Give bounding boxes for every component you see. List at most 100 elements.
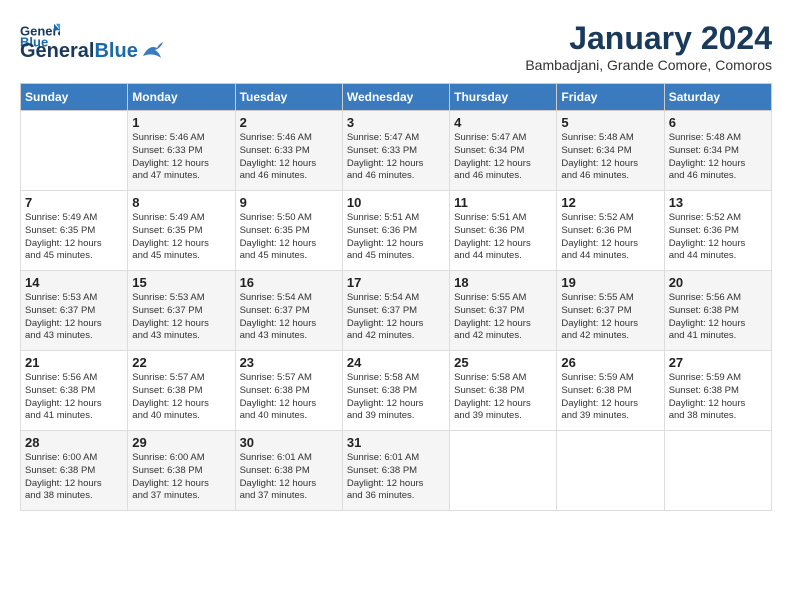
day-number: 14 <box>25 275 123 290</box>
day-info: Sunrise: 5:56 AM Sunset: 6:38 PM Dayligh… <box>669 292 767 343</box>
weekday-header-tuesday: Tuesday <box>235 84 342 111</box>
calendar-table: SundayMondayTuesdayWednesdayThursdayFrid… <box>20 83 772 511</box>
title-block: January 2024 Bambadjani, Grande Comore, … <box>525 20 772 73</box>
calendar-cell: 9Sunrise: 5:50 AM Sunset: 6:35 PM Daylig… <box>235 191 342 271</box>
calendar-cell: 16 Sunrise: 5:54 AM Sunset: 6:37 PM Dayli… <box>235 271 342 351</box>
day-number: 27 <box>669 355 767 370</box>
calendar-cell: 17Sunrise: 5:54 AM Sunset: 6:37 PM Dayli… <box>342 271 449 351</box>
day-info: Sunrise: 5:46 AM Sunset: 6:33 PM Dayligh… <box>240 132 338 183</box>
day-info: Sunrise: 5:53 AM Sunset: 6:37 PM Dayligh… <box>25 292 123 343</box>
week-row-4: 28 Sunrise: 6:00 AM Sunset: 6:38 PM Dayli… <box>21 431 772 511</box>
calendar-cell <box>450 431 557 511</box>
day-info: Sunrise: 5:59 AM Sunset: 6:38 PM Dayligh… <box>669 372 767 423</box>
calendar-cell: 19 Sunrise: 5:55 AM Sunset: 6:37 PM Dayli… <box>557 271 664 351</box>
calendar-cell: 22 Sunrise: 5:57 AM Sunset: 6:38 PM Dayli… <box>128 351 235 431</box>
day-info: Sunrise: 6:01 AM Sunset: 6:38 PM Dayligh… <box>347 452 445 503</box>
logo-general: General <box>20 40 94 63</box>
calendar-cell: 8Sunrise: 5:49 AM Sunset: 6:35 PM Daylig… <box>128 191 235 271</box>
logo: General Blue General Blue <box>20 20 163 63</box>
day-info: Sunrise: 5:54 AM Sunset: 6:37 PM Dayligh… <box>240 292 338 343</box>
page-header: General Blue General Blue January 2024 B… <box>20 20 772 73</box>
calendar-cell: 4 Sunrise: 5:47 AM Sunset: 6:34 PM Daylig… <box>450 111 557 191</box>
day-number: 18 <box>454 275 552 290</box>
calendar-cell: 5 Sunrise: 5:48 AM Sunset: 6:34 PM Daylig… <box>557 111 664 191</box>
day-info: Sunrise: 6:00 AM Sunset: 6:38 PM Dayligh… <box>25 452 123 503</box>
week-row-2: 14 Sunrise: 5:53 AM Sunset: 6:37 PM Dayli… <box>21 271 772 351</box>
day-info: Sunrise: 5:56 AM Sunset: 6:38 PM Dayligh… <box>25 372 123 423</box>
calendar-cell: 14 Sunrise: 5:53 AM Sunset: 6:37 PM Dayli… <box>21 271 128 351</box>
calendar-cell: 1Sunrise: 5:46 AM Sunset: 6:33 PM Daylig… <box>128 111 235 191</box>
weekday-header-thursday: Thursday <box>450 84 557 111</box>
calendar-cell <box>557 431 664 511</box>
calendar-cell: 3 Sunrise: 5:47 AM Sunset: 6:33 PM Daylig… <box>342 111 449 191</box>
calendar-cell: 23Sunrise: 5:57 AM Sunset: 6:38 PM Dayli… <box>235 351 342 431</box>
day-info: Sunrise: 5:52 AM Sunset: 6:36 PM Dayligh… <box>669 212 767 263</box>
day-info: Sunrise: 5:52 AM Sunset: 6:36 PM Dayligh… <box>561 212 659 263</box>
day-number: 25 <box>454 355 552 370</box>
calendar-cell: 11 Sunrise: 5:51 AM Sunset: 6:36 PM Dayli… <box>450 191 557 271</box>
day-number: 19 <box>561 275 659 290</box>
calendar-cell: 25Sunrise: 5:58 AM Sunset: 6:38 PM Dayli… <box>450 351 557 431</box>
day-number: 2 <box>240 115 338 130</box>
location-subtitle: Bambadjani, Grande Comore, Comoros <box>525 57 772 73</box>
day-number: 21 <box>25 355 123 370</box>
logo-blue: Blue <box>94 40 137 63</box>
day-number: 17 <box>347 275 445 290</box>
calendar-cell: 30 Sunrise: 6:01 AM Sunset: 6:38 PM Dayli… <box>235 431 342 511</box>
day-info: Sunrise: 5:59 AM Sunset: 6:38 PM Dayligh… <box>561 372 659 423</box>
calendar-cell: 2 Sunrise: 5:46 AM Sunset: 6:33 PM Daylig… <box>235 111 342 191</box>
weekday-header-sunday: Sunday <box>21 84 128 111</box>
day-info: Sunrise: 6:01 AM Sunset: 6:38 PM Dayligh… <box>240 452 338 503</box>
day-info: Sunrise: 5:57 AM Sunset: 6:38 PM Dayligh… <box>240 372 338 423</box>
week-row-1: 7 Sunrise: 5:49 AM Sunset: 6:35 PM Daylig… <box>21 191 772 271</box>
week-row-3: 21 Sunrise: 5:56 AM Sunset: 6:38 PM Dayli… <box>21 351 772 431</box>
day-info: Sunrise: 5:48 AM Sunset: 6:34 PM Dayligh… <box>561 132 659 183</box>
weekday-header-row: SundayMondayTuesdayWednesdayThursdayFrid… <box>21 84 772 111</box>
day-number: 15 <box>132 275 230 290</box>
calendar-cell: 13Sunrise: 5:52 AM Sunset: 6:36 PM Dayli… <box>664 191 771 271</box>
day-number: 16 <box>240 275 338 290</box>
calendar-cell: 20 Sunrise: 5:56 AM Sunset: 6:38 PM Dayli… <box>664 271 771 351</box>
day-info: Sunrise: 5:55 AM Sunset: 6:37 PM Dayligh… <box>454 292 552 343</box>
day-info: Sunrise: 5:49 AM Sunset: 6:35 PM Dayligh… <box>132 212 230 263</box>
calendar-cell: 7 Sunrise: 5:49 AM Sunset: 6:35 PM Daylig… <box>21 191 128 271</box>
day-info: Sunrise: 5:49 AM Sunset: 6:35 PM Dayligh… <box>25 212 123 263</box>
day-info: Sunrise: 5:47 AM Sunset: 6:33 PM Dayligh… <box>347 132 445 183</box>
day-info: Sunrise: 5:47 AM Sunset: 6:34 PM Dayligh… <box>454 132 552 183</box>
calendar-cell: 29Sunrise: 6:00 AM Sunset: 6:38 PM Dayli… <box>128 431 235 511</box>
day-info: Sunrise: 5:48 AM Sunset: 6:34 PM Dayligh… <box>669 132 767 183</box>
day-number: 4 <box>454 115 552 130</box>
weekday-header-friday: Friday <box>557 84 664 111</box>
day-info: Sunrise: 5:53 AM Sunset: 6:37 PM Dayligh… <box>132 292 230 343</box>
day-number: 20 <box>669 275 767 290</box>
day-info: Sunrise: 5:57 AM Sunset: 6:38 PM Dayligh… <box>132 372 230 423</box>
day-number: 1 <box>132 115 230 130</box>
day-number: 26 <box>561 355 659 370</box>
week-row-0: 1 Sunrise: 5:46 AM Sunset: 6:33 PM Daylig… <box>21 111 772 191</box>
weekday-header-saturday: Saturday <box>664 84 771 111</box>
day-number: 3 <box>347 115 445 130</box>
day-number: 5 <box>561 115 659 130</box>
calendar-cell: 15 Sunrise: 5:53 AM Sunset: 6:37 PM Dayli… <box>128 271 235 351</box>
day-number: 22 <box>132 355 230 370</box>
day-number: 30 <box>240 435 338 450</box>
day-number: 31 <box>347 435 445 450</box>
day-number: 28 <box>25 435 123 450</box>
day-info: Sunrise: 5:51 AM Sunset: 6:36 PM Dayligh… <box>454 212 552 263</box>
weekday-header-wednesday: Wednesday <box>342 84 449 111</box>
calendar-body: 1 Sunrise: 5:46 AM Sunset: 6:33 PM Daylig… <box>21 111 772 511</box>
day-number: 7 <box>25 195 123 210</box>
calendar-header: SundayMondayTuesdayWednesdayThursdayFrid… <box>21 84 772 111</box>
day-info: Sunrise: 6:00 AM Sunset: 6:38 PM Dayligh… <box>132 452 230 503</box>
day-number: 11 <box>454 195 552 210</box>
month-title: January 2024 <box>525 20 772 57</box>
calendar-cell: 6Sunrise: 5:48 AM Sunset: 6:34 PM Daylig… <box>664 111 771 191</box>
calendar-cell: 26 Sunrise: 5:59 AM Sunset: 6:38 PM Dayli… <box>557 351 664 431</box>
day-number: 24 <box>347 355 445 370</box>
day-info: Sunrise: 5:55 AM Sunset: 6:37 PM Dayligh… <box>561 292 659 343</box>
calendar-cell: 27 Sunrise: 5:59 AM Sunset: 6:38 PM Dayli… <box>664 351 771 431</box>
logo-bird-icon <box>141 42 163 60</box>
day-number: 12 <box>561 195 659 210</box>
calendar-cell: 12 Sunrise: 5:52 AM Sunset: 6:36 PM Dayli… <box>557 191 664 271</box>
calendar-cell: 18 Sunrise: 5:55 AM Sunset: 6:37 PM Dayli… <box>450 271 557 351</box>
